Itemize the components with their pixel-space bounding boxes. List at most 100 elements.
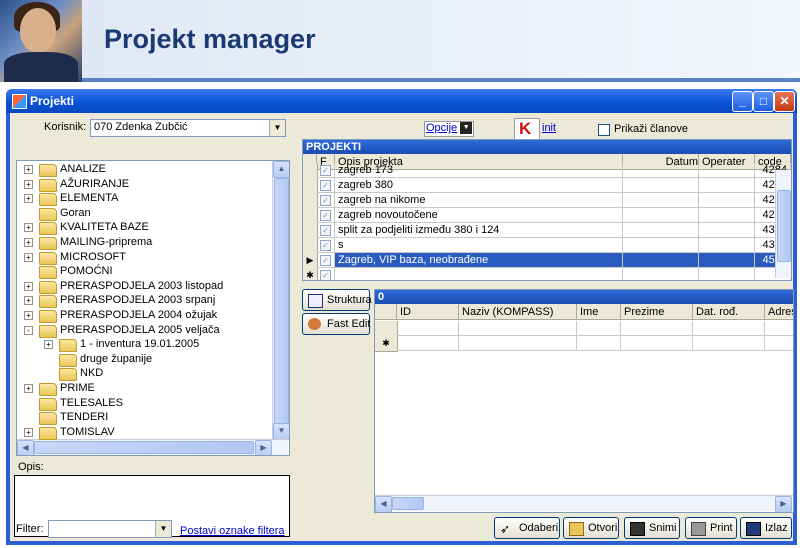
operater-cell[interactable] — [699, 238, 755, 253]
filter-select[interactable]: ▼ — [48, 520, 172, 538]
detail-cell[interactable] — [577, 336, 621, 351]
flag-cell[interactable]: ✓ — [317, 193, 335, 208]
detail-cell[interactable] — [693, 321, 765, 336]
operater-cell[interactable] — [699, 208, 755, 223]
fast-edit-button[interactable]: Fast Edit — [302, 313, 370, 335]
detail-cell[interactable] — [765, 336, 793, 351]
expand-icon[interactable]: + — [24, 311, 33, 320]
row-header[interactable] — [303, 223, 318, 239]
opis-cell[interactable]: zagreb 173 — [335, 163, 623, 178]
tree-vscrollbar[interactable]: ▲ ▼ — [272, 161, 289, 440]
close-button[interactable]: ✕ — [774, 91, 795, 112]
chevron-down-icon[interactable]: ▼ — [460, 122, 473, 135]
operater-cell[interactable] — [699, 253, 755, 268]
chevron-down-icon[interactable]: ▼ — [269, 120, 285, 136]
row-header[interactable] — [303, 193, 318, 209]
minimize-button[interactable]: _ — [732, 91, 753, 112]
detail-cell[interactable] — [459, 321, 577, 336]
new-row-cell[interactable] — [699, 268, 755, 280]
datum-cell[interactable] — [623, 223, 699, 238]
expand-icon[interactable]: + — [24, 296, 33, 306]
expand-icon[interactable]: + — [24, 252, 33, 262]
datum-cell[interactable] — [623, 238, 699, 253]
operater-cell[interactable] — [699, 163, 755, 178]
row-header[interactable] — [375, 321, 398, 337]
column-header[interactable]: Prezime — [621, 304, 693, 320]
flag-cell[interactable]: ✓ — [317, 208, 335, 223]
detail-cell[interactable] — [621, 321, 693, 336]
detail-hscrollbar[interactable]: ◀ ▶ — [375, 495, 793, 512]
print-button[interactable]: Print — [685, 517, 737, 539]
tree-scroll-thumb[interactable] — [274, 178, 289, 424]
operater-cell[interactable] — [699, 223, 755, 238]
checkbox-icon[interactable]: ✓ — [320, 179, 331, 191]
column-header[interactable]: Dat. rođ. — [693, 304, 765, 320]
projekti-scroll-thumb[interactable] — [777, 190, 791, 262]
detail-cell[interactable] — [397, 321, 459, 336]
k-logo-button[interactable]: K — [514, 118, 540, 140]
init-link[interactable]: init — [542, 122, 556, 134]
datum-cell[interactable] — [623, 253, 699, 268]
row-header[interactable] — [303, 208, 318, 224]
projekti-vscrollbar[interactable] — [775, 170, 791, 278]
expand-icon[interactable]: + — [24, 194, 33, 204]
opis-cell[interactable]: zagreb na nikome — [335, 193, 623, 208]
checkbox-icon[interactable]: ✓ — [320, 164, 331, 176]
project-tree[interactable]: ▲ ▼ ◀ ▶ + ANALIZE + AŽURIRANJE + ELEMENTA Gora… — [16, 160, 290, 456]
tree-hscrollbar[interactable]: ◀ ▶ — [17, 439, 288, 455]
detail-cell[interactable] — [765, 321, 793, 336]
detail-cell[interactable] — [577, 321, 621, 336]
flag-cell[interactable]: ✓ — [317, 178, 335, 193]
flag-cell[interactable]: ✓ — [317, 163, 335, 178]
datum-cell[interactable] — [623, 178, 699, 193]
expand-icon[interactable]: + — [24, 384, 33, 393]
column-header[interactable]: Adres — [765, 304, 793, 320]
new-row-icon[interactable]: ✱ — [375, 336, 398, 352]
column-header[interactable]: Naziv (KOMPASS) — [459, 304, 577, 320]
prikazi-checkbox[interactable] — [598, 124, 610, 136]
detail-cell[interactable] — [459, 336, 577, 351]
operater-cell[interactable] — [699, 193, 755, 208]
otvori-button[interactable]: Otvori — [563, 517, 619, 539]
datum-cell[interactable] — [623, 208, 699, 223]
row-header[interactable] — [303, 178, 318, 194]
operater-cell[interactable] — [699, 178, 755, 193]
datum-cell[interactable] — [623, 193, 699, 208]
new-row-cell[interactable] — [335, 268, 623, 280]
expand-icon[interactable]: + — [44, 340, 53, 350]
row-header[interactable]: ▶ — [303, 253, 318, 269]
chevron-down-icon[interactable]: ▼ — [155, 521, 171, 537]
collapse-icon[interactable]: - — [24, 325, 33, 335]
struktura-button[interactable]: Struktura — [302, 289, 372, 311]
detail-cell[interactable] — [693, 336, 765, 351]
projekti-grid[interactable]: PROJEKTI F Opis projekta Datum Operater code… — [302, 139, 792, 281]
flag-cell[interactable]: ✓ — [317, 223, 335, 238]
detail-hscroll-thumb[interactable] — [392, 497, 424, 510]
expand-icon[interactable]: + — [24, 427, 33, 437]
row-header[interactable] — [303, 163, 318, 179]
filter-link[interactable]: Postavi oznake filtera — [180, 525, 285, 537]
scroll-down-icon[interactable]: ▼ — [273, 423, 289, 440]
odaberi-button[interactable]: ➶ Odaberi — [494, 517, 560, 539]
flag-cell[interactable]: ✓ — [317, 238, 335, 253]
expand-icon[interactable]: + — [24, 165, 33, 174]
expand-icon[interactable]: + — [24, 179, 33, 189]
checkbox-icon[interactable]: ✓ — [320, 209, 331, 221]
flag-cell[interactable]: ✓ — [317, 253, 335, 268]
checkbox-icon[interactable]: ✓ — [320, 239, 331, 251]
column-header[interactable]: ID — [397, 304, 459, 320]
checkbox-icon[interactable]: ✓ — [320, 224, 331, 236]
expand-icon[interactable]: + — [24, 223, 33, 233]
opis-cell[interactable]: s — [335, 238, 623, 253]
expand-icon[interactable]: + — [24, 281, 33, 291]
new-row-cell[interactable] — [623, 268, 699, 280]
checkbox-icon[interactable]: ✓ — [320, 269, 331, 280]
new-row-flag[interactable]: ✓ — [317, 268, 335, 280]
opis-cell[interactable]: split za podjeliti između 380 i 124 — [335, 223, 623, 238]
detail-cell[interactable] — [397, 336, 459, 351]
checkbox-icon[interactable]: ✓ — [320, 194, 331, 206]
opis-cell[interactable]: Zagreb, VIP baza, neobrađene — [335, 253, 623, 268]
scroll-left-icon[interactable]: ◀ — [17, 440, 34, 455]
expand-icon[interactable]: + — [24, 238, 33, 247]
datum-cell[interactable] — [623, 163, 699, 178]
